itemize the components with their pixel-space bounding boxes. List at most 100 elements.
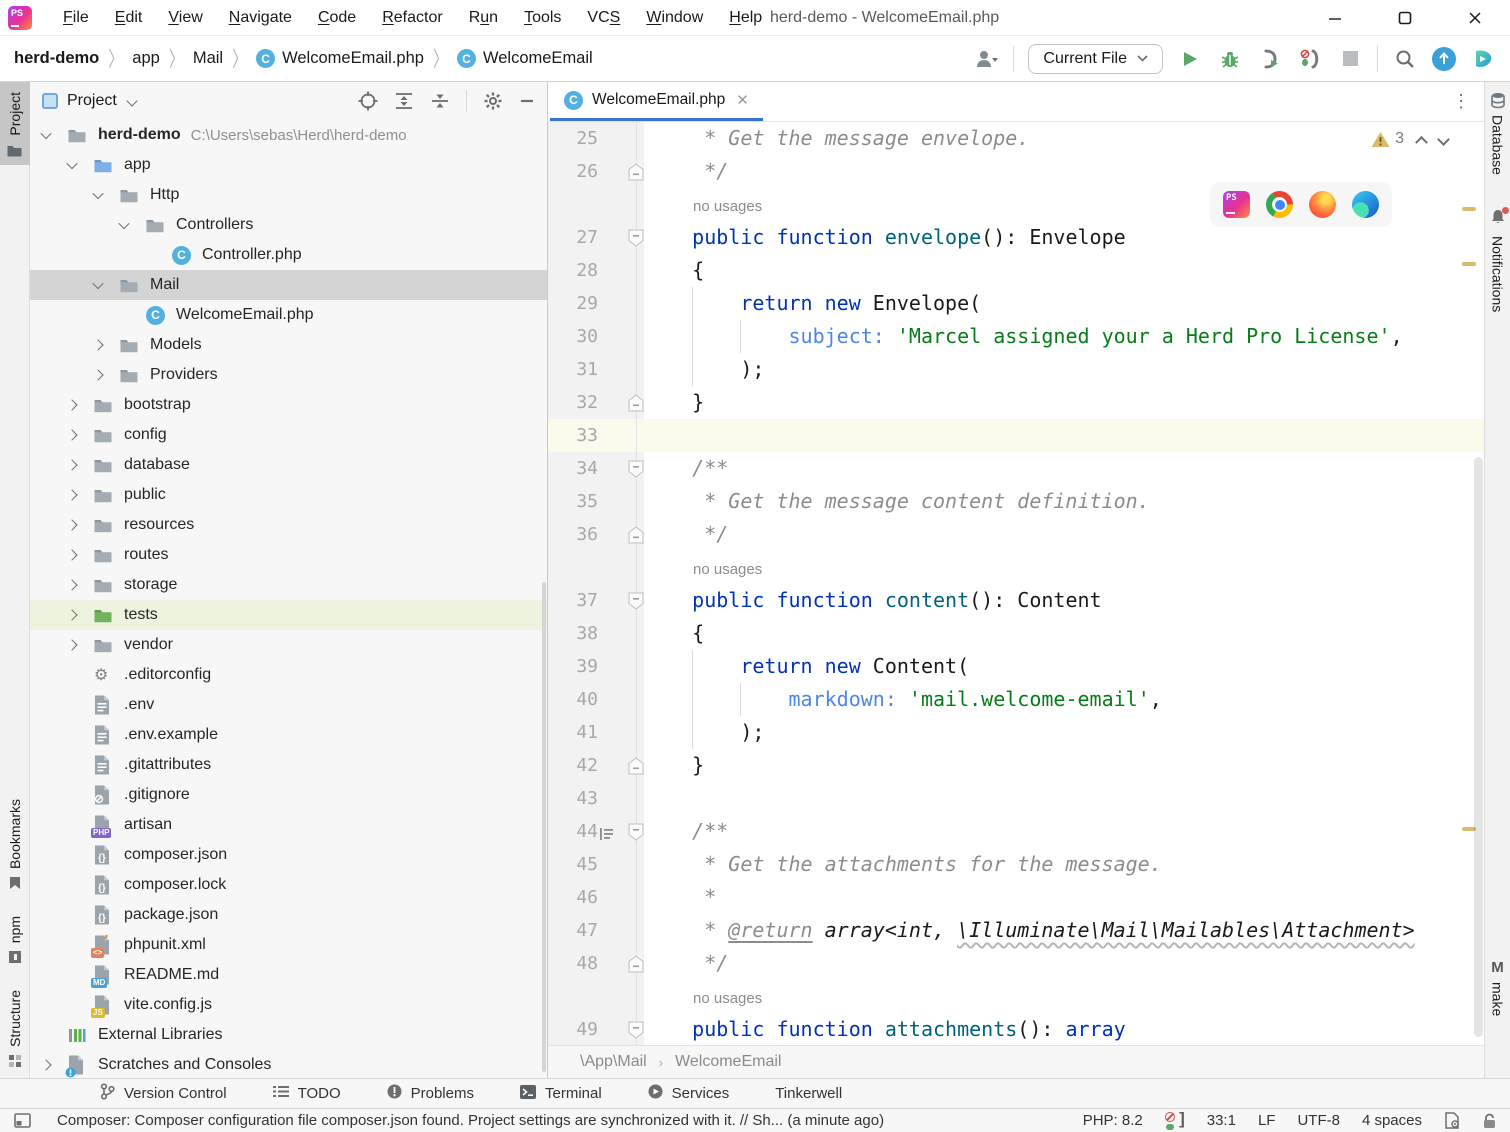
tree-item-app[interactable]: app	[30, 150, 547, 180]
usage-inlay-hint[interactable]: no usages	[644, 551, 1484, 584]
chrome-icon[interactable]	[1266, 191, 1293, 218]
break-at-first-line-icon[interactable]	[1297, 46, 1323, 72]
code-editor[interactable]: 25 * Get the message envelope.26 */no us…	[548, 122, 1484, 1045]
indent-widget[interactable]: 4 spaces	[1362, 1112, 1422, 1129]
expand-all-icon[interactable]	[394, 91, 414, 111]
chevron-right-icon[interactable]	[68, 401, 94, 409]
fold-end-icon[interactable]	[628, 954, 644, 978]
toolwindow-tab-services[interactable]: Services	[648, 1084, 730, 1103]
fold-start-icon[interactable]	[628, 1020, 644, 1044]
breadcrumb-item-mail[interactable]: Mail	[193, 49, 223, 68]
status-message[interactable]: Composer: Composer configuration file co…	[57, 1112, 884, 1129]
menu-vcs[interactable]: VCS	[574, 9, 633, 27]
listen-debug-connections-icon[interactable]	[1257, 46, 1283, 72]
fold-end-icon[interactable]	[628, 162, 644, 186]
stripe-tab-notifications[interactable]: Notifications	[1490, 209, 1506, 312]
inlay-text[interactable]: no usages	[644, 990, 762, 1007]
tab-welcomeemail-php[interactable]: C WelcomeEmail.php ✕	[550, 82, 763, 121]
edge-icon[interactable]	[1352, 191, 1379, 218]
fold-start-icon[interactable]	[628, 591, 644, 615]
tree-item-controller-php[interactable]: CController.php	[30, 240, 547, 270]
tree-item-storage[interactable]: storage	[30, 570, 547, 600]
breadcrumb-item-herd-demo[interactable]: herd-demo	[14, 49, 99, 68]
fold-end-icon[interactable]	[628, 525, 644, 549]
locate-file-icon[interactable]	[358, 91, 378, 111]
tree-item-readme-md[interactable]: MDREADME.md	[30, 960, 547, 990]
tree-item-composer-lock[interactable]: {}composer.lock	[30, 870, 547, 900]
line-separator-widget[interactable]: LF	[1258, 1112, 1276, 1129]
lock-icon[interactable]	[1483, 1113, 1496, 1129]
breadcrumb-class[interactable]: WelcomeEmail	[675, 1053, 781, 1071]
tree-item-config[interactable]: config	[30, 420, 547, 450]
chevron-right-icon[interactable]	[68, 431, 94, 439]
code-line-text[interactable]	[644, 782, 1484, 815]
menu-tools[interactable]: Tools	[511, 9, 574, 27]
menu-edit[interactable]: Edit	[102, 9, 156, 27]
xdebug-status-icon[interactable]: ]	[1165, 1112, 1185, 1130]
chevron-right-icon[interactable]	[68, 461, 94, 469]
breadcrumb-item-welcomeemail[interactable]: CWelcomeEmail	[457, 49, 593, 68]
menu-file[interactable]: File	[50, 9, 102, 27]
tree-item-scratches-and-consoles[interactable]: Scratches and Consoles	[30, 1050, 547, 1078]
chevron-right-icon[interactable]	[68, 611, 94, 619]
code-line-text[interactable]: );	[644, 353, 1484, 386]
warning-stripe-mark[interactable]	[1462, 207, 1476, 211]
code-line-text[interactable]: markdown: 'mail.welcome-email',	[644, 683, 1484, 716]
debug-button[interactable]	[1217, 46, 1243, 72]
chevron-down-icon[interactable]	[94, 281, 120, 289]
tree-item-providers[interactable]: Providers	[30, 360, 547, 390]
toolwindow-tab-todo[interactable]: TODO	[273, 1085, 341, 1102]
code-line-text[interactable]: * Get the message content definition.	[644, 485, 1484, 518]
breadcrumb-item-app[interactable]: app	[132, 49, 160, 68]
warning-icon[interactable]	[1371, 131, 1390, 148]
tree-item-herd-demo[interactable]: herd-demoC:\Users\sebas\Herd\herd-demo	[30, 120, 547, 150]
tree-item-bootstrap[interactable]: bootstrap	[30, 390, 547, 420]
inlay-text[interactable]: no usages	[644, 561, 762, 578]
tree-item-http[interactable]: Http	[30, 180, 547, 210]
tree-item-resources[interactable]: resources	[30, 510, 547, 540]
code-line-text[interactable]: }	[644, 749, 1484, 782]
editor-options-icon[interactable]: ⋮	[1452, 82, 1484, 121]
tinkerwell-icon[interactable]	[1470, 46, 1496, 72]
menu-navigate[interactable]: Navigate	[216, 9, 305, 27]
toolwindow-tab-problems[interactable]: Problems	[387, 1084, 474, 1103]
toolwindow-tab-terminal[interactable]: Terminal	[520, 1085, 602, 1103]
tree-item-mail[interactable]: Mail	[30, 270, 547, 300]
close-tab-icon[interactable]: ✕	[736, 91, 749, 109]
code-line-text[interactable]: {	[644, 617, 1484, 650]
project-panel-title[interactable]: Project	[67, 92, 117, 110]
fold-start-icon[interactable]	[628, 228, 644, 252]
code-style-config-icon[interactable]	[1444, 1112, 1461, 1129]
tree-item-package-json[interactable]: {}package.json	[30, 900, 547, 930]
code-line-text[interactable]	[644, 419, 1484, 452]
settings-gear-icon[interactable]	[483, 91, 503, 111]
chevron-right-icon[interactable]	[68, 641, 94, 649]
menu-code[interactable]: Code	[305, 9, 369, 27]
menu-run[interactable]: Run	[456, 9, 511, 27]
run-configuration-select[interactable]: Current File	[1028, 44, 1163, 74]
chevron-down-icon[interactable]	[68, 161, 94, 169]
chevron-right-icon[interactable]	[94, 371, 120, 379]
tree-item--editorconfig[interactable]: ⚙.editorconfig	[30, 660, 547, 690]
chevron-right-icon[interactable]	[94, 341, 120, 349]
fold-start-icon[interactable]	[628, 459, 644, 483]
chevron-right-icon[interactable]	[68, 581, 94, 589]
tree-item-controllers[interactable]: Controllers	[30, 210, 547, 240]
code-line-text[interactable]: return new Content(	[644, 650, 1484, 683]
maximize-button[interactable]	[1370, 0, 1440, 36]
stop-button[interactable]	[1337, 46, 1363, 72]
tree-item-welcomeemail-php[interactable]: CWelcomeEmail.php	[30, 300, 547, 330]
previous-problem-icon[interactable]	[1415, 135, 1428, 148]
code-line-text[interactable]: * Get the attachments for the message.	[644, 848, 1484, 881]
tree-item-external-libraries[interactable]: External Libraries	[30, 1020, 547, 1050]
chevron-down-icon[interactable]	[126, 95, 137, 106]
tree-item--gitignore[interactable]: .gitignore	[30, 780, 547, 810]
code-line-text[interactable]: return new Envelope(	[644, 287, 1484, 320]
code-line-text[interactable]: * @return array<int, \Illuminate\Mail\Ma…	[644, 914, 1484, 947]
next-problem-icon[interactable]	[1437, 133, 1450, 146]
menu-help[interactable]: Help	[716, 9, 775, 27]
toolwindow-tab-tinkerwell[interactable]: Tinkerwell	[775, 1085, 842, 1102]
breadcrumb-namespace[interactable]: \App\Mail	[580, 1053, 647, 1071]
warning-stripe-mark[interactable]	[1462, 262, 1476, 266]
code-line-text[interactable]: * Get the message envelope.	[644, 122, 1484, 155]
